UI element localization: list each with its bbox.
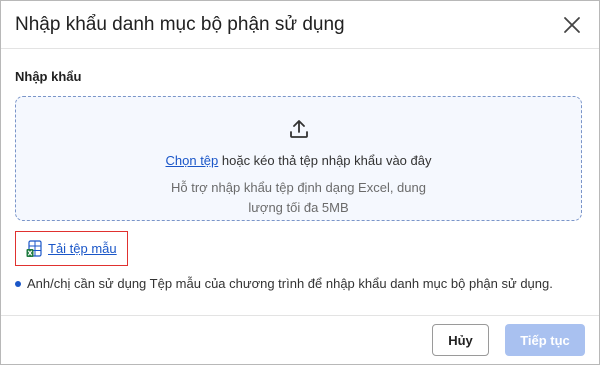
dialog-footer: Hủy Tiếp tục bbox=[1, 315, 599, 364]
download-template-link[interactable]: Tải tệp mẫu bbox=[26, 239, 117, 258]
excel-icon bbox=[26, 239, 42, 257]
continue-button[interactable]: Tiếp tục bbox=[505, 324, 585, 356]
template-highlight: Tải tệp mẫu bbox=[15, 231, 128, 266]
drop-text: hoặc kéo thả tệp nhập khẩu vào đây bbox=[218, 153, 432, 168]
template-link-text: Tải tệp mẫu bbox=[48, 241, 117, 256]
file-dropzone[interactable]: Chọn tệp hoặc kéo thả tệp nhập khẩu vào … bbox=[15, 96, 582, 221]
import-dialog: Nhập khẩu danh mục bộ phận sử dụng Nhập … bbox=[0, 0, 600, 365]
usage-note: Anh/chị cần sử dụng Tệp mẫu của chương t… bbox=[15, 276, 582, 291]
bullet-dot bbox=[15, 280, 21, 287]
dropzone-instruction: Chọn tệp hoặc kéo thả tệp nhập khẩu vào … bbox=[166, 153, 432, 168]
section-label: Nhập khẩu bbox=[15, 69, 82, 84]
cancel-button[interactable]: Hủy bbox=[432, 324, 489, 356]
dialog-body: Nhập khẩu Chọn tệp hoặc kéo thả tệp nhập… bbox=[1, 69, 599, 291]
choose-file-link[interactable]: Chọn tệp bbox=[166, 153, 219, 168]
close-icon bbox=[564, 16, 580, 33]
upload-icon bbox=[289, 120, 308, 138]
dialog-title: Nhập khẩu danh mục bộ phận sử dụng bbox=[15, 13, 345, 35]
note-text: Anh/chị cần sử dụng Tệp mẫu của chương t… bbox=[27, 276, 553, 291]
close-button[interactable] bbox=[559, 12, 585, 38]
dialog-header: Nhập khẩu danh mục bộ phận sử dụng bbox=[1, 1, 599, 49]
support-text: Hỗ trợ nhập khẩu tệp định dạng Excel, du… bbox=[171, 180, 426, 215]
